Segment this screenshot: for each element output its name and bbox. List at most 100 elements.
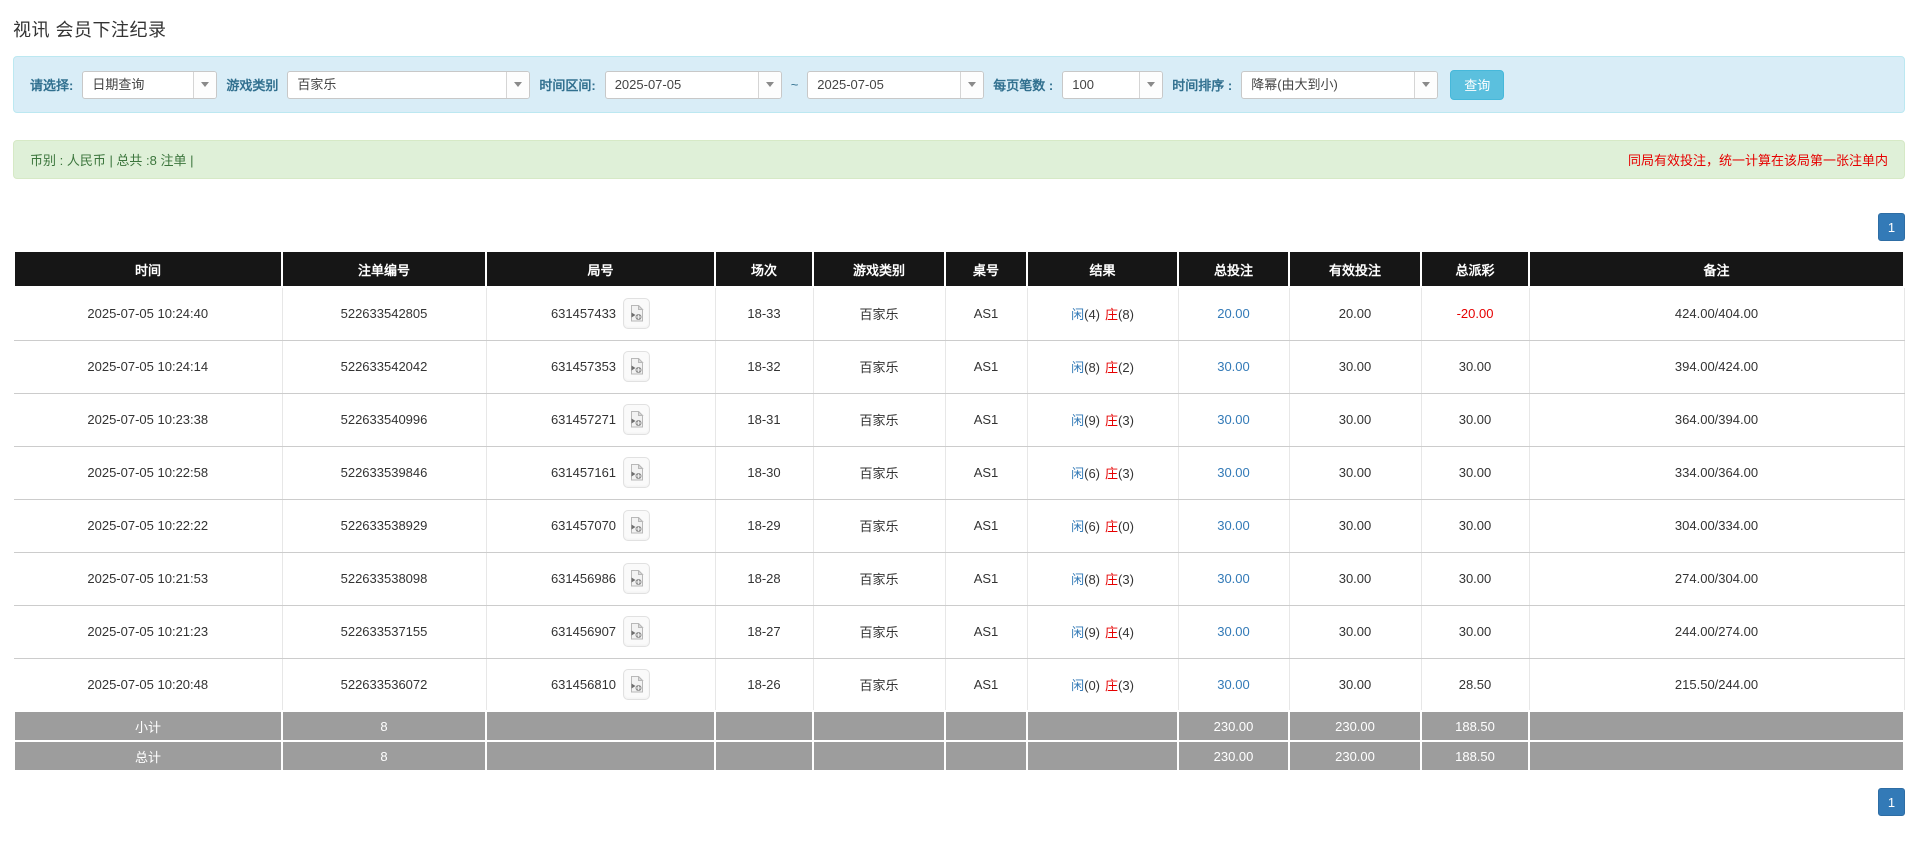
game-type-select[interactable]: 百家乐 (287, 70, 531, 99)
round-cell: 631457353 (486, 340, 716, 394)
summary-bar: 币别 : 人民币 | 总共 :8 注单 | 同局有效投注，统一计算在该局第一张注… (13, 140, 1905, 179)
total-bet-link[interactable]: 30.00 (1178, 605, 1290, 659)
table-row: 2025-07-05 10:22:22 522633538929 6314570… (14, 499, 1905, 553)
session-no: 18-26 (715, 658, 814, 712)
page: 视讯 会员下注纪录 请选择: 日期查询 游戏类别 百家乐 时间区间: 2025-… (0, 0, 1918, 816)
column-header-table-no: 桌号 (944, 250, 1028, 288)
page-size-value: 100 (1072, 76, 1094, 92)
round-id: 631456907 (550, 624, 617, 639)
page-1-button[interactable]: 1 (1878, 213, 1905, 241)
column-header-game-type: 游戏类别 (812, 250, 946, 288)
game-type-cell: 百家乐 (813, 287, 946, 341)
valid-bet: 30.00 (1289, 499, 1422, 553)
round-id: 631457070 (550, 518, 617, 533)
video-record-button[interactable] (623, 668, 651, 700)
total-bet-link[interactable]: 30.00 (1178, 658, 1290, 712)
banker-result: 庄 (1105, 677, 1119, 693)
player-result: 闲 (1071, 625, 1085, 640)
video-record-button[interactable] (623, 351, 651, 382)
round-cell: 631456986 (486, 552, 716, 606)
video-file-icon (631, 305, 644, 322)
banker-result: 庄 (1105, 466, 1119, 481)
total-count: 8 (281, 740, 487, 772)
round-cell: 631457070 (486, 499, 716, 553)
bet-id: 522633539846 (282, 446, 487, 500)
round-id: 631457161 (550, 465, 617, 480)
total-bet-link[interactable]: 30.00 (1178, 340, 1290, 394)
result-cell: 闲(6) 庄(3) (1027, 446, 1179, 500)
result-cell: 闲(4) 庄(8) (1027, 287, 1179, 341)
total-payout: -20.00 (1421, 287, 1530, 341)
player-result: 闲 (1071, 572, 1085, 587)
video-record-button[interactable] (623, 457, 651, 488)
subtotal-row: 小计 8 230.00 230.00 188.50 (13, 710, 1905, 742)
game-type-cell: 百家乐 (813, 552, 946, 606)
session-no: 18-28 (715, 552, 814, 606)
sort-order-select[interactable]: 降幂(由大到小) (1241, 70, 1439, 99)
subtotal-label: 小计 (13, 710, 283, 742)
table-row: 2025-07-05 10:21:23 522633537155 6314569… (14, 605, 1905, 659)
pagination-bottom: 1 (13, 788, 1905, 816)
bet-time: 2025-07-05 10:24:14 (14, 340, 283, 394)
date-from-picker[interactable]: 2025-07-05 (604, 70, 782, 99)
date-to-picker[interactable]: 2025-07-05 (807, 70, 985, 99)
table-row: 2025-07-05 10:22:58 522633539846 6314571… (14, 446, 1905, 500)
table-row: 2025-07-05 10:20:48 522633536072 6314568… (14, 658, 1905, 712)
column-header-result: 结果 (1026, 250, 1179, 288)
column-header-bet-id: 注单编号 (281, 250, 487, 288)
chevron-down-icon[interactable] (193, 71, 217, 98)
query-mode-select[interactable]: 日期查询 (82, 70, 218, 99)
search-button[interactable]: 查询 (1450, 69, 1505, 100)
video-record-button[interactable] (623, 616, 651, 647)
bet-time: 2025-07-05 10:22:22 (14, 499, 283, 553)
chevron-down-icon[interactable] (757, 71, 781, 98)
player-result: 闲 (1071, 466, 1085, 481)
video-record-button[interactable] (623, 298, 651, 330)
total-payout: 30.00 (1421, 393, 1530, 447)
round-id: 631456810 (550, 676, 617, 692)
valid-bet: 20.00 (1289, 287, 1422, 341)
table-no: AS1 (945, 552, 1028, 606)
video-file-icon (631, 358, 644, 375)
total-payout: 30.00 (1421, 340, 1530, 394)
filter-panel: 请选择: 日期查询 游戏类别 百家乐 时间区间: 2025-07-05 ~ 20… (13, 56, 1905, 113)
table-body: 2025-07-05 10:24:40 522633542805 6314574… (14, 287, 1905, 712)
column-header-valid-bet: 有效投注 (1288, 250, 1422, 288)
page-1-button[interactable]: 1 (1878, 788, 1905, 816)
table-no: AS1 (945, 340, 1028, 394)
banker-result: 庄 (1105, 413, 1119, 428)
round-cell: 631456907 (486, 605, 716, 659)
column-header-remark: 备注 (1528, 250, 1905, 288)
result-cell: 闲(0) 庄(3) (1027, 658, 1179, 712)
pagination-top: 1 (13, 213, 1905, 241)
total-bet-link[interactable]: 20.00 (1178, 287, 1290, 341)
chevron-down-icon[interactable] (506, 71, 530, 98)
table-no: AS1 (945, 499, 1028, 553)
game-type-cell: 百家乐 (813, 499, 946, 553)
bet-time: 2025-07-05 10:20:48 (14, 658, 283, 712)
page-size-select[interactable]: 100 (1062, 70, 1164, 99)
valid-bet-notice: 同局有效投注，统一计算在该局第一张注单内 (1627, 153, 1888, 168)
total-bet-link[interactable]: 30.00 (1178, 552, 1290, 606)
session-no: 18-29 (715, 499, 814, 553)
total-bet-link[interactable]: 30.00 (1178, 446, 1290, 500)
total-valid-bet: 230.00 (1288, 740, 1422, 772)
chevron-down-icon[interactable] (1414, 71, 1438, 98)
video-file-icon (631, 570, 644, 587)
result-cell: 闲(9) 庄(4) (1027, 605, 1179, 659)
player-result: 闲 (1071, 413, 1085, 428)
bet-time: 2025-07-05 10:21:23 (14, 605, 283, 659)
video-record-button[interactable] (623, 510, 651, 541)
total-bet-link[interactable]: 30.00 (1178, 499, 1290, 553)
round-cell: 631457161 (486, 446, 716, 500)
game-type-cell: 百家乐 (813, 605, 946, 659)
chevron-down-icon[interactable] (1139, 71, 1163, 98)
player-result: 闲 (1071, 307, 1085, 323)
video-record-button[interactable] (623, 404, 651, 435)
round-cell: 631456810 (486, 658, 716, 712)
table-no: AS1 (945, 605, 1028, 659)
game-type-cell: 百家乐 (813, 658, 946, 712)
total-bet-link[interactable]: 30.00 (1178, 393, 1290, 447)
chevron-down-icon[interactable] (960, 71, 984, 98)
video-record-button[interactable] (623, 563, 651, 594)
